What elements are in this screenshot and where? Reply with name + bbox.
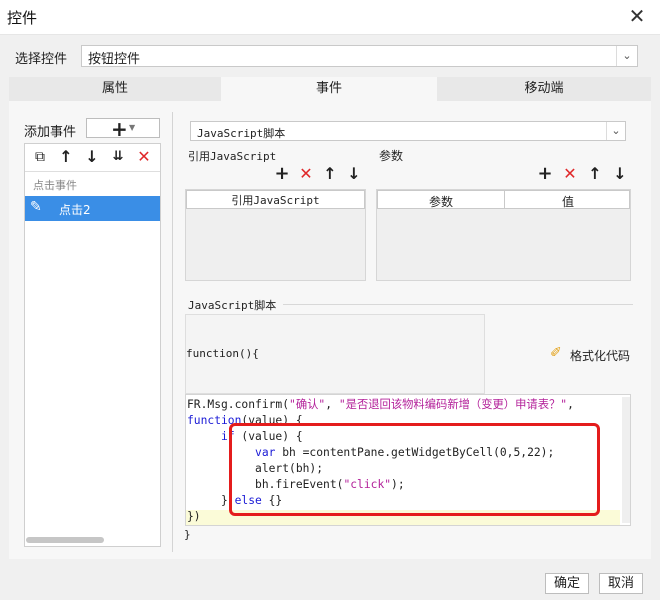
code-line: FR.Msg.confirm("确认", "是否退回该物料编码新增（变更）申请表… bbox=[187, 397, 574, 413]
edit-icon: ✎ bbox=[30, 199, 42, 215]
chevron-down-icon: ⌄ bbox=[616, 46, 637, 66]
panel-divider bbox=[172, 112, 173, 552]
title-bar: 控件 ✕ bbox=[0, 0, 660, 35]
script-type-value: JavaScript脚本 bbox=[197, 127, 286, 140]
format-code-button[interactable]: ✐ 格式化代码 bbox=[550, 345, 634, 364]
horizontal-scrollbar[interactable] bbox=[26, 537, 104, 543]
add-icon[interactable]: + bbox=[535, 165, 555, 183]
code-token: , bbox=[325, 398, 339, 411]
script-header-text: function(){ bbox=[186, 347, 259, 360]
arrow-down-icon[interactable]: ↓ bbox=[344, 165, 364, 183]
code-token: "确认" bbox=[289, 398, 326, 411]
params-table: 参数 值 bbox=[376, 189, 631, 281]
ref-js-column-header: 引用JavaScript bbox=[231, 194, 320, 207]
script-header-box: function(){ bbox=[185, 314, 485, 394]
widget-select-value: 按钮控件 bbox=[88, 52, 141, 67]
add-event-button[interactable]: + ▼ bbox=[86, 117, 160, 141]
delete-icon[interactable]: ✕ bbox=[296, 165, 316, 183]
chevron-down-icon: ⌄ bbox=[606, 122, 625, 140]
script-section-label: JavaScript脚本 bbox=[188, 299, 277, 312]
add-event-label: 添加事件 bbox=[24, 125, 77, 140]
delete-icon[interactable]: ✕ bbox=[134, 148, 154, 166]
tab-properties[interactable]: 属性 bbox=[9, 77, 221, 101]
params-column-value: 值 bbox=[561, 195, 574, 209]
ref-js-label: 引用JavaScript bbox=[188, 150, 277, 163]
arrow-up-icon[interactable]: ↑ bbox=[585, 165, 605, 183]
code-token: }) bbox=[187, 510, 201, 523]
arrow-down-icon[interactable]: ↓ bbox=[82, 148, 102, 166]
ref-js-table: 引用JavaScript bbox=[185, 189, 366, 281]
section-divider bbox=[283, 304, 633, 305]
event-item-label: 点击2 bbox=[59, 203, 91, 217]
move-bottom-icon[interactable]: ⇊ bbox=[108, 148, 128, 166]
widget-select[interactable]: 按钮控件 ⌄ bbox=[81, 45, 638, 67]
params-column-name: 参数 bbox=[428, 195, 453, 209]
add-icon[interactable]: + bbox=[272, 165, 292, 183]
arrow-down-icon[interactable]: ↓ bbox=[610, 165, 630, 183]
event-item[interactable]: ✎ 点击2 bbox=[25, 196, 160, 221]
ref-js-table-header: 引用JavaScript bbox=[186, 190, 365, 209]
arrow-up-icon[interactable]: ↑ bbox=[320, 165, 340, 183]
event-list-toolbar: ⧉ ↑ ↓ ⇊ ✕ bbox=[25, 144, 160, 172]
params-label: 参数 bbox=[379, 149, 404, 163]
ref-js-toolbar: + ✕ ↑ ↓ bbox=[272, 164, 362, 184]
params-table-header: 参数 值 bbox=[377, 190, 630, 209]
widget-select-label: 选择控件 bbox=[15, 52, 68, 67]
code-token: } bbox=[187, 494, 235, 507]
code-token: , bbox=[567, 398, 574, 411]
add-icon: + bbox=[111, 117, 128, 141]
close-icon[interactable]: ✕ bbox=[624, 2, 650, 30]
script-type-select[interactable]: JavaScript脚本 ⌄ bbox=[190, 121, 626, 141]
window-title: 控件 bbox=[7, 9, 38, 27]
format-code-label: 格式化代码 bbox=[570, 349, 631, 363]
event-group-label: 点击事件 bbox=[33, 179, 77, 192]
cancel-button[interactable]: 取消 bbox=[599, 573, 643, 594]
code-closing-brace: } bbox=[184, 528, 191, 541]
event-list-panel: ⧉ ↑ ↓ ⇊ ✕ 点击事件 ✎ 点击2 bbox=[24, 143, 161, 547]
code-token: "是否退回该物料编码新增（变更）申请表？" bbox=[338, 398, 568, 411]
delete-icon[interactable]: ✕ bbox=[560, 165, 580, 183]
tab-events[interactable]: 事件 bbox=[221, 77, 437, 101]
brush-icon: ✐ bbox=[550, 345, 562, 361]
arrow-up-icon[interactable]: ↑ bbox=[56, 148, 76, 166]
chevron-down-icon: ▼ bbox=[129, 123, 136, 132]
highlight-annotation bbox=[229, 423, 600, 516]
copy-icon[interactable]: ⧉ bbox=[30, 148, 50, 166]
tab-bar: 属性 事件 移动端 bbox=[9, 77, 651, 101]
code-token: FR.Msg.confirm( bbox=[187, 398, 290, 411]
vertical-scrollbar[interactable] bbox=[622, 397, 630, 523]
params-toolbar: + ✕ ↑ ↓ bbox=[535, 164, 631, 184]
tab-mobile[interactable]: 移动端 bbox=[437, 77, 651, 101]
ok-button[interactable]: 确定 bbox=[545, 573, 589, 594]
